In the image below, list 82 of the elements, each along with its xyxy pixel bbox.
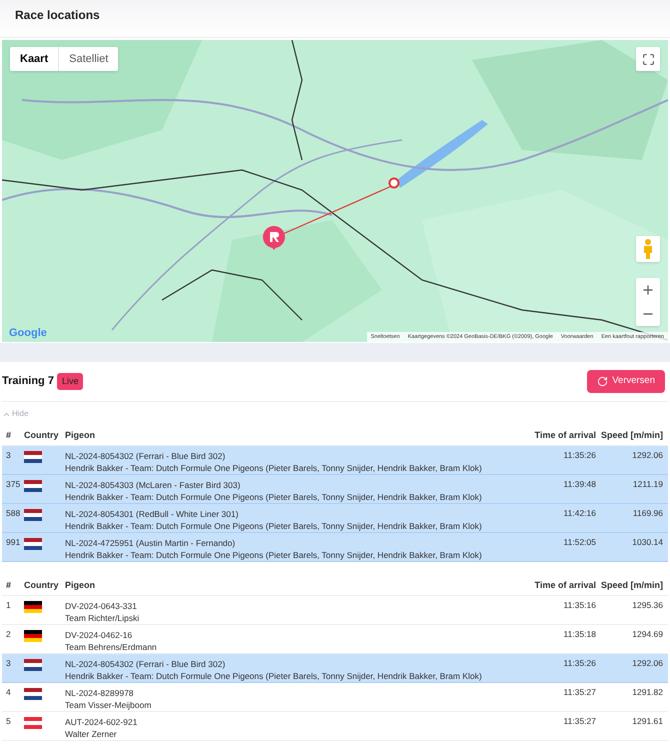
arrival-time: 11:39:48 — [562, 479, 596, 490]
fullscreen-icon — [642, 52, 654, 66]
flag-icon — [24, 601, 42, 613]
rank-cell-text: 3 — [5, 658, 12, 669]
speed-cell-text: 1295.36 — [631, 600, 664, 611]
column-header: # — [5, 428, 12, 442]
rank-cell-text: 5 — [5, 716, 12, 727]
pigeon-ring: NL-2024-8054302 (Ferrari - Blue Bird 302) — [65, 450, 226, 462]
rank-cell-text: 2 — [5, 629, 12, 640]
map-type-tab[interactable]: Kaart — [10, 47, 58, 71]
speed-cell-text: 1291.61 — [631, 716, 664, 727]
plus-icon — [641, 283, 655, 297]
arrival-time: 11:52:05 — [562, 537, 596, 548]
arrival-time: 11:42:16 — [562, 508, 596, 519]
map-pin-icon — [262, 225, 286, 251]
table-row[interactable]: 991 NL-2024-4725951 (Austin Martin - Fernando) Hendrik Bakker - Team: Dutch Formule One Pigeons (Pieter Barels, Tonny Snijder, Hendrik Bakker, Bram Klok) 11:52:05 1030.14 — [2, 533, 668, 562]
pigeon-owner: Hendrik Bakker - Team: Dutch Formule One Pigeons (Pieter Barels, Tonny Snijder, Hendrik Bakker, Bram Klok) — [65, 670, 483, 682]
pigeon-ring: NL-2024-8054302 (Ferrari - Blue Bird 302) — [65, 658, 226, 670]
speed-cell-text: 1030.14 — [631, 537, 664, 548]
pigeon-owner: Team Behrens/Erdmann — [65, 641, 158, 653]
flag-icon — [24, 717, 42, 729]
column-header: Country — [24, 428, 60, 442]
pigeon-owner: Hendrik Bakker - Team: Dutch Formule One Pigeons (Pieter Barels, Tonny Snijder, Hendrik Bakker, Bram Klok) — [65, 520, 483, 532]
pigeon-owner: Team Visser-Meijboom — [65, 699, 152, 711]
refresh-button[interactable]: Verversen — [587, 370, 665, 393]
table-row[interactable]: 375 NL-2024-8054303 (McLaren - Faster Bird 303) Hendrik Bakker - Team: Dutch Formule One Pigeons (Pieter Barels, Tonny Snijder, Hendrik Bakker, Bram Klok) 11:39:48 1211.19 — [2, 475, 668, 504]
rank-cell-text: 3 — [5, 450, 12, 461]
rank-cell-text: 588 — [5, 508, 22, 519]
flag-icon — [24, 451, 42, 463]
arrival-time: 11:35:16 — [562, 600, 596, 611]
fullscreen-button[interactable] — [636, 47, 660, 71]
column-header: # — [5, 578, 12, 592]
column-header: Pigeon — [65, 578, 96, 592]
arrival-time: 11:35:18 — [562, 629, 596, 640]
flag-icon — [24, 509, 42, 521]
location-marker-icon — [388, 177, 400, 189]
pigeon-ring: NL-2024-8289978 — [65, 687, 135, 699]
flag-icon — [24, 538, 42, 550]
speed-cell-text: 1292.06 — [631, 450, 664, 461]
column-header: Time of arrival — [534, 428, 596, 442]
pigeon-owner: Hendrik Bakker - Team: Dutch Formule One Pigeons (Pieter Barels, Tonny Snijder, Hendrik Bakker, Bram Klok) — [65, 491, 483, 503]
pigeon-ring: NL-2024-4725951 (Austin Martin - Fernando) — [65, 537, 236, 549]
live-badge: Live — [56, 372, 84, 390]
column-header: Speed [m/min] — [600, 578, 664, 592]
flag-icon — [24, 688, 42, 700]
rank-cell-text: 991 — [5, 537, 22, 548]
arrival-time: 11:35:26 — [562, 450, 596, 461]
column-header: Country — [24, 578, 60, 592]
pigeon-ring: NL-2024-8054301 (RedBull - White Liner 301) — [65, 508, 240, 520]
flag-icon — [24, 630, 42, 642]
arrival-time: 11:35:27 — [562, 687, 596, 698]
race-title: Training 7 — [2, 374, 54, 390]
speed-cell-text: 1294.69 — [631, 629, 664, 640]
page-title: Race locations — [15, 7, 100, 24]
pigeon-owner: Walter Zerner — [65, 728, 118, 740]
speed-cell-text: 1291.82 — [631, 687, 664, 698]
arrival-time: 11:35:26 — [562, 658, 596, 669]
refresh-icon — [597, 376, 608, 387]
rank-cell-text: 4 — [5, 687, 12, 698]
column-header: Speed [m/min] — [600, 428, 664, 442]
table-row[interactable]: 588 NL-2024-8054301 (RedBull - White Liner 301) Hendrik Bakker - Team: Dutch Formule One Pigeons (Pieter Barels, Tonny Snijder, Hendrik Bakker, Bram Klok) 11:42:16 1169.96 — [2, 504, 668, 533]
speed-cell-text: 1211.19 — [632, 479, 664, 490]
pigeon-ring: NL-2024-8054303 (McLaren - Faster Bird 303) — [65, 479, 242, 491]
pigeon-owner: Team Richter/Lipski — [65, 612, 140, 624]
speed-cell-text: 1292.06 — [631, 658, 664, 669]
pigeon-ring: AUT-2024-602-921 — [65, 716, 138, 728]
flag-icon — [24, 480, 42, 492]
speed-cell-text: 1169.96 — [632, 508, 664, 519]
table-row[interactable]: 3 NL-2024-8054302 (Ferrari - Blue Bird 302) Hendrik Bakker - Team: Dutch Formule One Pigeons (Pieter Barels, Tonny Snijder, Hendrik Bakker, Bram Klok) 11:35:26 1292.06 — [2, 446, 668, 475]
arrival-time: 11:35:27 — [562, 716, 596, 727]
pigeon-owner: Hendrik Bakker - Team: Dutch Formule One Pigeons (Pieter Barels, Tonny Snijder, Hendrik Bakker, Bram Klok) — [65, 549, 483, 561]
column-header: Time of arrival — [534, 578, 596, 592]
map-type-tab[interactable]: Satelliet — [58, 47, 118, 71]
pigeon-owner: Hendrik Bakker - Team: Dutch Formule One Pigeons (Pieter Barels, Tonny Snijder, Hendrik Bakker, Bram Klok) — [65, 462, 483, 474]
rank-cell-text: 1 — [5, 600, 12, 611]
flag-icon — [24, 659, 42, 671]
column-header: Pigeon — [65, 428, 96, 442]
table-row[interactable]: 3 NL-2024-8054302 (Ferrari - Blue Bird 302) Hendrik Bakker - Team: Dutch Formule One Pigeons (Pieter Barels, Tonny Snijder, Hendrik Bakker, Bram Klok) 11:35:26 1292.06 — [2, 654, 668, 683]
map-logo: Google — [9, 326, 47, 340]
pigeon-ring: DV-2024-0462-16 — [65, 629, 134, 641]
rank-cell-text: 375 — [5, 479, 22, 490]
pigeon-ring: DV-2024-0643-331 — [65, 600, 138, 612]
